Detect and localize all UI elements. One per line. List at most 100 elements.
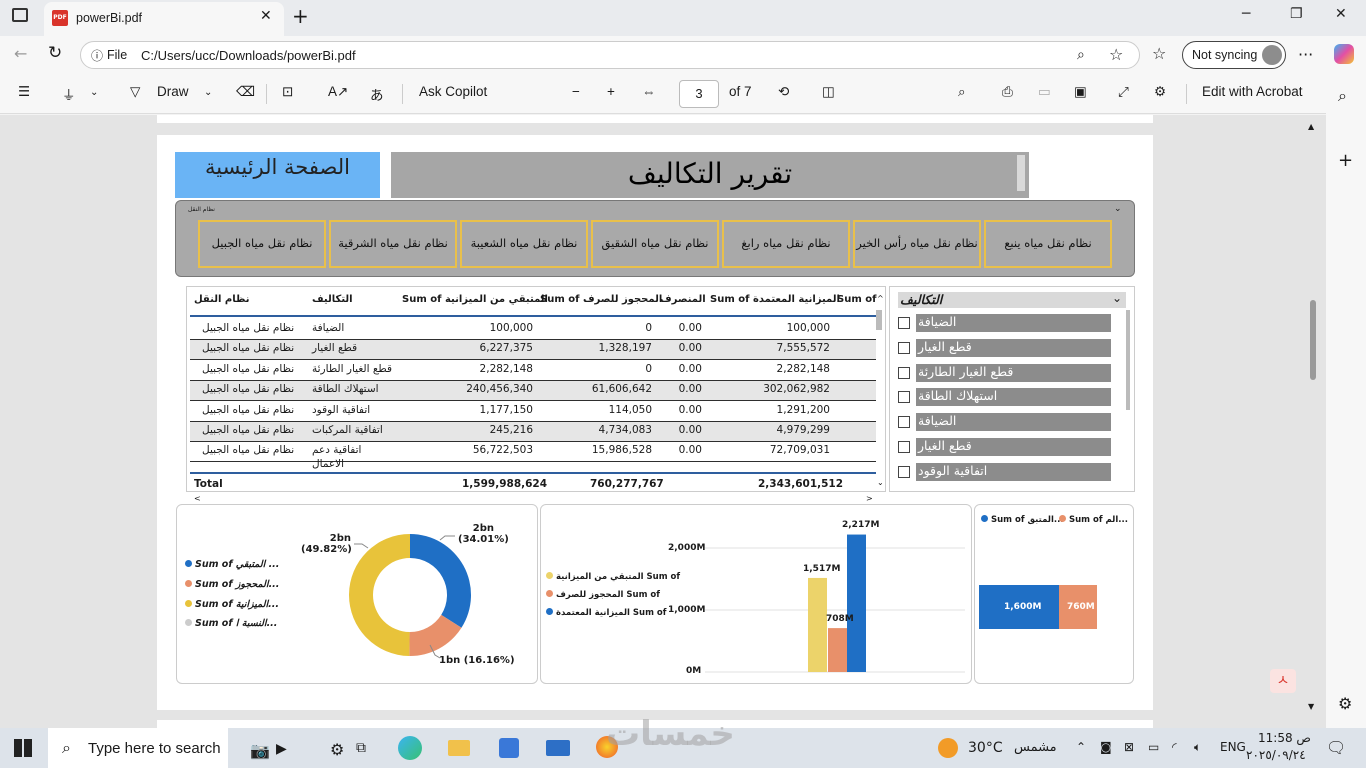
system-button[interactable]: نظام نقل مياه رأس الخير (853, 220, 981, 268)
page-view-icon[interactable]: ◫ (822, 84, 835, 100)
search-box[interactable]: Type here to search (48, 728, 228, 768)
checkbox[interactable] (898, 441, 910, 453)
save-as-icon[interactable]: ▣ (1074, 84, 1087, 100)
column-header[interactable]: نظام النقل (194, 294, 249, 305)
store-icon[interactable] (499, 738, 519, 758)
zoom-in-icon[interactable]: + (607, 84, 615, 99)
tray-icon[interactable]: ◙ (1100, 740, 1112, 754)
scroll-down-icon[interactable]: ⌄ (877, 478, 884, 487)
translate-icon[interactable]: あ (370, 84, 384, 104)
clock-time[interactable]: 11:58 ص (1258, 731, 1311, 745)
chevron-down-icon[interactable]: ⌄ (1112, 291, 1122, 305)
system-button[interactable]: نظام نقل مياه الشقيق (591, 220, 719, 268)
add-icon[interactable]: + (1338, 150, 1353, 171)
minimize-icon[interactable]: ─ (1242, 6, 1250, 22)
contents-icon[interactable]: ☰ (18, 84, 30, 100)
task-view-icon[interactable]: ⧉ (356, 740, 366, 756)
chevron-down-icon[interactable]: ⌄ (90, 87, 98, 98)
browser-tab[interactable]: PDF powerBi.pdf ✕ (44, 2, 284, 36)
maximize-icon[interactable]: ❐ (1290, 6, 1303, 22)
column-header[interactable]: Sum of المتبقي من الميزانية (402, 294, 548, 305)
close-window-icon[interactable]: ✕ (1335, 6, 1347, 22)
slicer-item[interactable]: استهلاك الطاقة (898, 388, 1131, 407)
checkbox[interactable] (898, 341, 910, 354)
column-header[interactable]: Sum of (837, 294, 876, 305)
slicer-item[interactable]: الضيافة (898, 314, 1131, 332)
back-icon[interactable]: ← (14, 44, 27, 63)
camera-icon[interactable]: 📷 (250, 741, 270, 760)
slicer-item[interactable]: اتفاقية الوقود (898, 462, 1131, 481)
windows-start-icon[interactable] (14, 739, 32, 757)
scroll-up-icon[interactable]: ▲ (1308, 122, 1314, 131)
system-button[interactable]: نظام نقل مياه الجبيل (198, 220, 326, 268)
checkbox[interactable] (898, 416, 910, 429)
settings-icon[interactable]: ⚙ (1154, 84, 1166, 100)
column-header[interactable]: التكاليف (312, 294, 353, 305)
edit-with-acrobat-button[interactable]: Edit with Acrobat (1202, 84, 1303, 99)
checkbox[interactable] (898, 465, 910, 478)
wifi-icon[interactable]: ◜ (1172, 740, 1177, 754)
volume-icon[interactable]: 🔈︎ (1194, 740, 1201, 755)
slicer-item[interactable]: الضيافة (898, 413, 1131, 432)
settings-icon[interactable]: ⚙ (330, 740, 344, 759)
weather-text[interactable]: مشمس (1014, 740, 1057, 755)
edge-icon[interactable] (398, 736, 422, 760)
column-header[interactable]: Sum of المحجوز للصرف (540, 294, 662, 305)
file-explorer-icon[interactable] (448, 740, 470, 756)
close-tab-icon[interactable]: ✕ (260, 8, 272, 24)
draw-icon[interactable]: ▽ (130, 84, 140, 100)
chevron-down-icon[interactable]: ⌄ (204, 87, 212, 98)
clock-date[interactable]: ٢٠٢٥/٠٩/٢٤ (1246, 748, 1306, 762)
print-icon[interactable]: ⎙ (1002, 84, 1013, 100)
mail-icon[interactable] (546, 740, 570, 756)
slicer-item[interactable]: قطع الغيار (898, 438, 1131, 456)
checkbox[interactable] (898, 391, 910, 404)
scroll-down-icon[interactable]: ▼ (1308, 702, 1314, 711)
scroll-left-icon[interactable]: < (194, 494, 201, 503)
url-field[interactable]: ⓘ File C:/Users/ucc/Downloads/powerBi.pd… (80, 41, 1140, 69)
checkbox[interactable] (898, 317, 910, 329)
search-icon[interactable]: ⌕ (1338, 86, 1347, 106)
scrollbar[interactable] (1310, 300, 1316, 380)
rotate-icon[interactable]: ⟲ (778, 84, 789, 100)
draw-button[interactable]: Draw (157, 84, 189, 99)
save-icon[interactable]: ▭ (1038, 84, 1051, 100)
settings-icon[interactable]: ⚙ (1338, 694, 1352, 713)
fit-page-icon[interactable]: ⇔ (642, 84, 656, 99)
checkbox[interactable] (898, 366, 910, 379)
bar[interactable] (828, 628, 847, 672)
battery-icon[interactable]: ▭ (1148, 740, 1159, 754)
slicer-scrollbar[interactable] (1126, 310, 1130, 410)
zoom-icon[interactable]: ⌕ (1077, 47, 1085, 63)
search-icon[interactable]: ⌕ (958, 84, 966, 100)
slicer-item[interactable]: قطع الغيار (898, 338, 1131, 357)
more-icon[interactable]: ··· (1298, 45, 1313, 64)
chevron-down-icon[interactable]: ⌄ (1114, 204, 1122, 214)
system-button[interactable]: نظام نقل مياه ينبع (984, 220, 1112, 268)
bar[interactable] (847, 534, 866, 672)
favorite-icon[interactable]: ☆ (1109, 45, 1123, 64)
table-scrollbar[interactable] (876, 310, 882, 330)
zoom-out-icon[interactable]: − (572, 84, 580, 99)
fullscreen-icon[interactable]: ⤢ (1118, 84, 1129, 100)
language[interactable]: ENG (1220, 740, 1246, 754)
chevron-up-icon[interactable]: ⌃ (1076, 740, 1086, 754)
sort-icon[interactable]: ^ (877, 294, 884, 303)
notification-icon[interactable]: 🗨︎ (1326, 738, 1346, 757)
video-icon[interactable]: ▶ (276, 741, 287, 757)
favorites-icon[interactable]: ☆ (1152, 44, 1166, 63)
temperature[interactable]: 30°C (968, 740, 1003, 756)
system-button[interactable]: نظام نقل مياه رابغ (722, 220, 850, 268)
highlight-icon[interactable]: ⏚ (62, 84, 76, 104)
slicer-item[interactable]: قطع الغيار الطارئة (898, 363, 1131, 382)
page-number-input[interactable]: 3 (679, 80, 719, 108)
column-header[interactable]: المنصرف (660, 294, 706, 305)
system-button[interactable]: نظام نقل مياه الشرقية (329, 220, 457, 268)
new-tab-icon[interactable]: + (292, 4, 309, 28)
refresh-icon[interactable]: ↻ (48, 43, 62, 63)
read-aloud-icon[interactable]: A↗ (328, 84, 348, 100)
system-button[interactable]: نظام نقل مياه الشعيبة (460, 220, 588, 268)
sync-button[interactable]: Not syncing (1182, 41, 1286, 69)
home-button[interactable]: الصفحة الرئيسية (175, 152, 380, 198)
bar[interactable] (808, 577, 827, 672)
